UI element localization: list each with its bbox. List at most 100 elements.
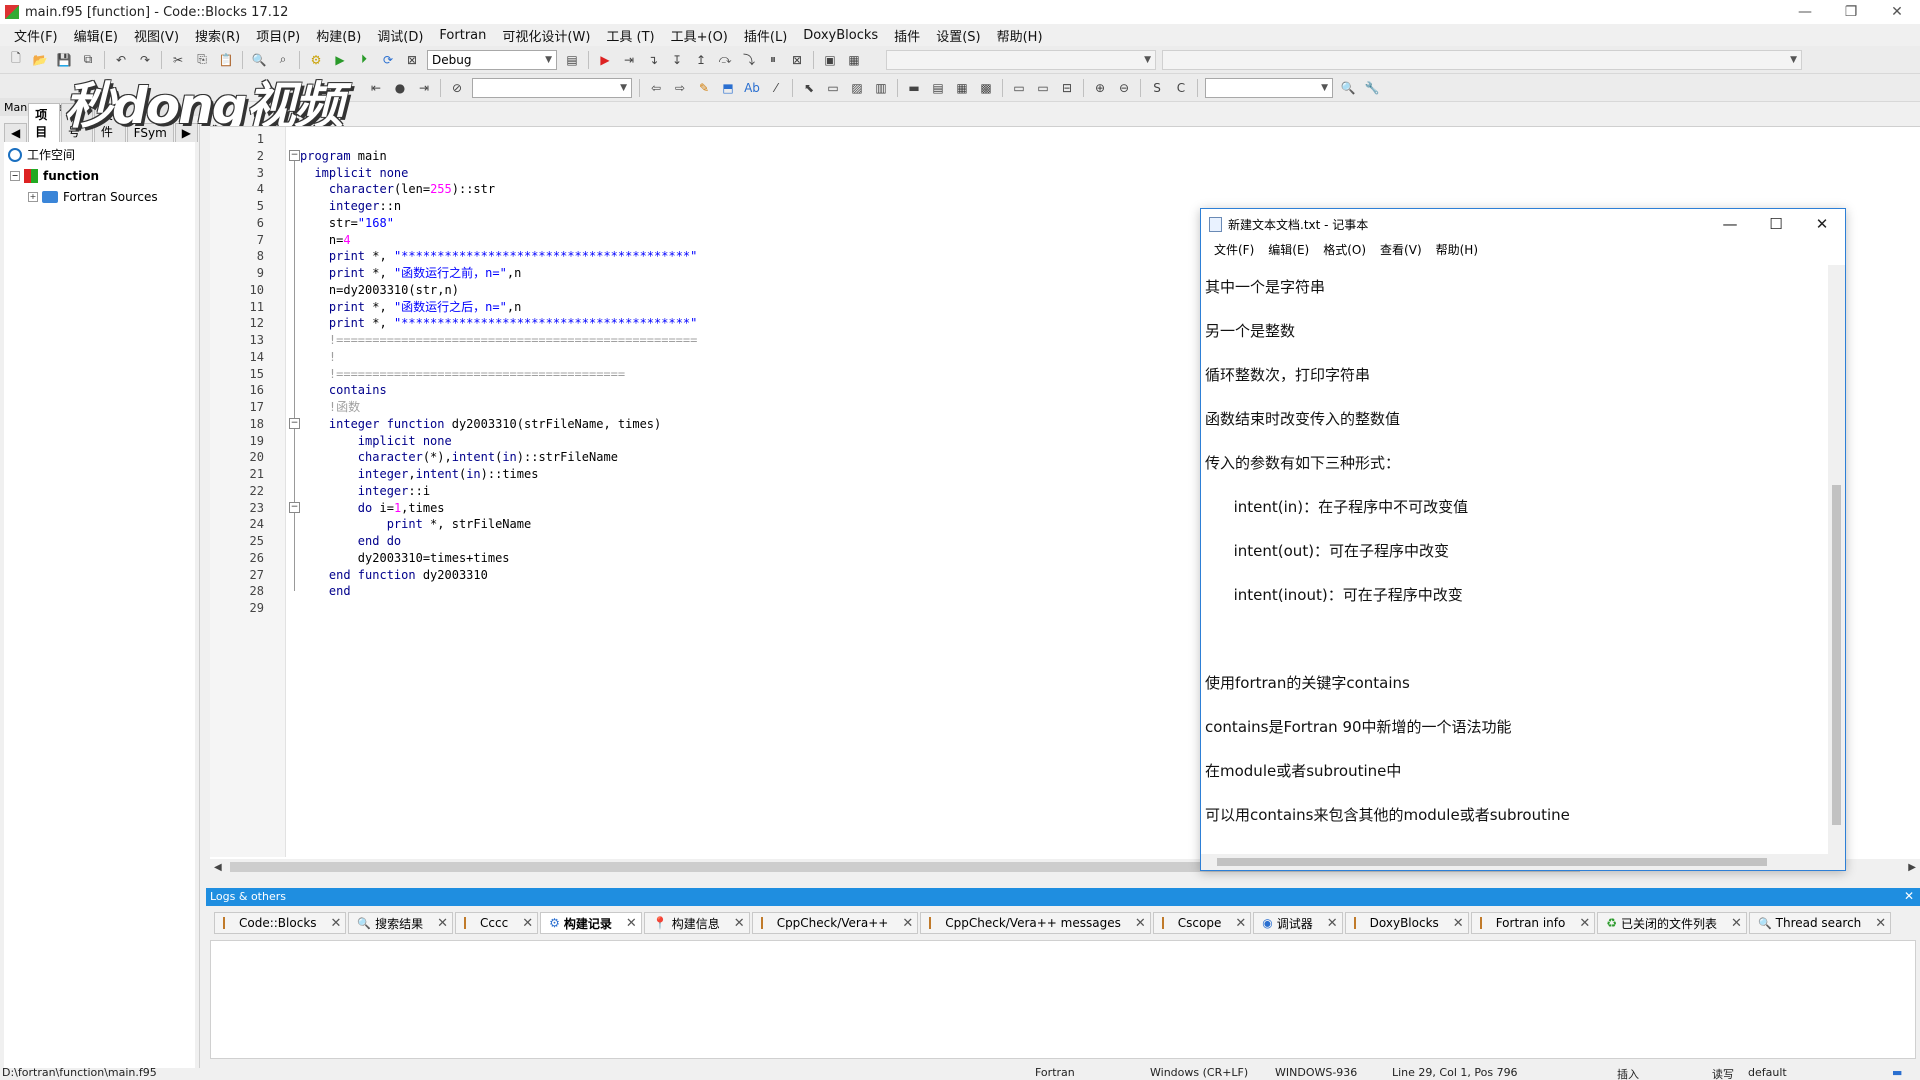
- menu-file[interactable]: 文件(F): [6, 26, 66, 45]
- incremental-search-combo[interactable]: ▼: [1205, 77, 1333, 98]
- notepad-menu-format[interactable]: 格式(O): [1316, 241, 1373, 258]
- next-button[interactable]: ⇨: [670, 78, 690, 98]
- notepad-close-button[interactable]: ✕: [1799, 209, 1845, 239]
- bookmark-button[interactable]: ●: [390, 78, 410, 98]
- tab-doxyblocks[interactable]: DoxyBlocks ✕: [1344, 912, 1469, 934]
- tree-item-project[interactable]: − function: [4, 165, 195, 186]
- menu-plugins[interactable]: 插件(L): [736, 26, 795, 45]
- tab-cscope[interactable]: Cscope ✕: [1152, 912, 1252, 934]
- menu-tools[interactable]: 工具 (T): [598, 26, 662, 45]
- tab-build-log[interactable]: ⚙ 构建记录 ✕: [540, 912, 642, 934]
- menu-tools-plus[interactable]: 工具+(O): [663, 26, 736, 45]
- tab-projects[interactable]: 项目: [28, 103, 61, 142]
- block-button[interactable]: ▩: [976, 78, 996, 98]
- close-icon[interactable]: ✕: [1453, 916, 1464, 931]
- search-combo[interactable]: ▼: [472, 77, 632, 98]
- menu-search[interactable]: 搜索(R): [187, 26, 248, 45]
- zoom-out-button[interactable]: ⊖: [1114, 78, 1134, 98]
- s-button[interactable]: S: [1147, 78, 1167, 98]
- tab-build-messages[interactable]: 📍 构建信息 ✕: [643, 912, 750, 934]
- fold-toggle-function[interactable]: −: [289, 418, 300, 429]
- step-out-button[interactable]: ↥: [691, 50, 711, 70]
- scroll-thumb[interactable]: [1217, 858, 1767, 866]
- close-icon[interactable]: ✕: [1327, 916, 1338, 931]
- spell-button[interactable]: Ab: [742, 78, 762, 98]
- step-into-button[interactable]: ↧: [667, 50, 687, 70]
- next-instruction-button[interactable]: ⤼: [715, 50, 735, 70]
- source-code[interactable]: program main implicit none character(len…: [300, 131, 697, 617]
- notepad-menu-file[interactable]: 文件(F): [1207, 241, 1261, 258]
- notepad-maximize-button[interactable]: ☐: [1753, 209, 1799, 239]
- close-icon[interactable]: ✕: [1731, 916, 1742, 931]
- grid-button[interactable]: ▦: [952, 78, 972, 98]
- notepad-horizontal-scrollbar[interactable]: [1201, 854, 1845, 870]
- jump-forward-button[interactable]: ⇥: [414, 78, 434, 98]
- pause-button[interactable]: ⏸: [763, 50, 783, 70]
- menu-debug[interactable]: 调试(D): [369, 26, 431, 45]
- menu-edit[interactable]: 编辑(E): [66, 26, 126, 45]
- minimize-button[interactable]: —: [1782, 0, 1828, 24]
- log-output-area[interactable]: [210, 940, 1916, 1059]
- notepad-menu-view[interactable]: 查看(V): [1373, 241, 1429, 258]
- menu-view[interactable]: 视图(V): [126, 26, 187, 45]
- run-to-cursor-button[interactable]: ⇥: [619, 50, 639, 70]
- notepad-text-area[interactable]: 其中一个是字符串 另一个是整数 循环整数次，打印字符串 函数结束时改变传入的整数…: [1205, 265, 1827, 854]
- code-completion-scope-select[interactable]: ▼: [886, 49, 1156, 70]
- highlight-button[interactable]: ⊘: [447, 78, 467, 98]
- menu-help[interactable]: 帮助(H): [989, 26, 1051, 45]
- tab-debugger[interactable]: ◉ 调试器 ✕: [1253, 912, 1343, 934]
- collapse-icon[interactable]: −: [10, 170, 20, 181]
- close-icon[interactable]: ✕: [734, 916, 745, 931]
- frame-button[interactable]: ▭: [823, 78, 843, 98]
- tab-search-results[interactable]: 🔍 搜索结果 ✕: [348, 912, 454, 934]
- restore-button[interactable]: ❐: [1828, 0, 1874, 24]
- notepad-menu-help[interactable]: 帮助(H): [1429, 241, 1485, 258]
- menu-build[interactable]: 构建(B): [308, 26, 369, 45]
- tree-item-workspace[interactable]: 工作空间: [4, 144, 195, 165]
- menu-fortran[interactable]: Fortran: [431, 28, 494, 43]
- rebuild-button[interactable]: ⟳: [378, 50, 398, 70]
- menu-project[interactable]: 项目(P): [248, 26, 308, 45]
- jump-back-button[interactable]: ⇤: [366, 78, 386, 98]
- tab-closed-files[interactable]: ♻ 已关闭的文件列表 ✕: [1597, 912, 1747, 934]
- notepad-minimize-button[interactable]: —: [1707, 209, 1753, 239]
- tab-scroll-left[interactable]: ◀: [4, 123, 28, 142]
- scroll-thumb[interactable]: [1832, 485, 1841, 825]
- debug-windows-button[interactable]: ▣: [820, 50, 840, 70]
- stop-debug-button[interactable]: ⊠: [787, 50, 807, 70]
- info-button[interactable]: ▦: [844, 50, 864, 70]
- tab-codeblocks-log[interactable]: Code::Blocks ✕: [214, 912, 347, 934]
- menu-plugin[interactable]: 插件: [886, 26, 928, 45]
- rect3-button[interactable]: ⊟: [1057, 78, 1077, 98]
- close-icon[interactable]: ✕: [437, 916, 448, 931]
- search-go-button[interactable]: 🔍: [1338, 78, 1358, 98]
- tab-cppcheck[interactable]: CppCheck/Vera++ ✕: [751, 912, 919, 934]
- close-button[interactable]: ✕: [1874, 0, 1920, 24]
- close-icon[interactable]: ✕: [1875, 916, 1886, 931]
- target-options-button[interactable]: ▤: [562, 50, 582, 70]
- pointer-button[interactable]: ⬉: [799, 78, 819, 98]
- build-run-button[interactable]: ⏵: [354, 50, 374, 70]
- tab-thread-search[interactable]: 🔍 Thread search ✕: [1748, 912, 1892, 934]
- abort-button[interactable]: ⊠: [402, 50, 422, 70]
- image-button[interactable]: ▨: [847, 78, 867, 98]
- code-completion-function-select[interactable]: ▼: [1162, 49, 1802, 70]
- insert-row-button[interactable]: ▬: [904, 78, 924, 98]
- tree-item-fortran-sources[interactable]: + Fortran Sources: [4, 186, 195, 207]
- close-icon[interactable]: ✕: [331, 916, 342, 931]
- scroll-left-icon[interactable]: ◀: [214, 862, 222, 873]
- layout-button[interactable]: ▥: [871, 78, 891, 98]
- close-icon[interactable]: ✕: [1235, 916, 1246, 931]
- prev-button[interactable]: ⇦: [646, 78, 666, 98]
- c-button[interactable]: C: [1171, 78, 1191, 98]
- menu-doxyblocks[interactable]: DoxyBlocks: [795, 28, 886, 43]
- notepad-vertical-scrollbar[interactable]: [1828, 265, 1845, 854]
- fold-toggle-program[interactable]: −: [289, 150, 300, 161]
- wand-button[interactable]: ⁄: [766, 78, 786, 98]
- expand-icon[interactable]: +: [28, 191, 38, 202]
- close-icon[interactable]: ✕: [1135, 916, 1146, 931]
- menu-wxsmith[interactable]: 可视化设计(W): [494, 26, 598, 45]
- doxy-button[interactable]: ⬒: [718, 78, 738, 98]
- tools-button[interactable]: 🔧: [1362, 78, 1382, 98]
- close-icon[interactable]: ✕: [522, 916, 533, 931]
